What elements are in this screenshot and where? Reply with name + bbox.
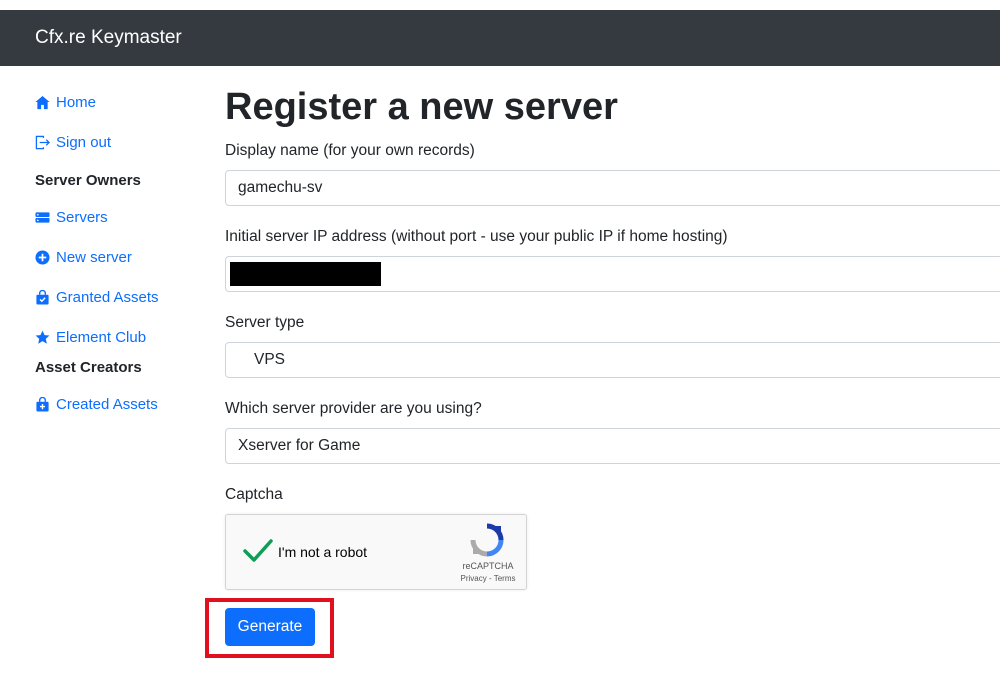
star-icon <box>35 330 50 344</box>
server-type-label: Server type <box>225 314 305 331</box>
recaptcha-terms-link[interactable]: Terms <box>494 574 516 583</box>
sidebar-item-label: Servers <box>56 209 108 226</box>
captcha-checkbox-text: I'm not a robot <box>278 544 368 560</box>
navbar: Cfx.re Keymaster <box>0 10 1000 66</box>
home-icon <box>35 95 50 110</box>
sidebar-item-label: New server <box>56 249 132 266</box>
sign-out-icon <box>35 135 50 150</box>
sidebar-item-home[interactable]: Home <box>35 94 96 111</box>
sidebar-heading-server-owners: Server Owners <box>35 172 141 189</box>
bag-icon <box>36 290 49 305</box>
sidebar-item-new-server[interactable]: New server <box>35 249 132 266</box>
redacted-ip <box>230 262 381 286</box>
recaptcha-brand: reCAPTCHA <box>462 561 514 571</box>
sidebar-heading-asset-creators: Asset Creators <box>35 359 142 376</box>
navbar-brand[interactable]: Cfx.re Keymaster <box>35 27 182 49</box>
ip-address-label: Initial server IP address (without port … <box>225 228 728 245</box>
checkmark-icon[interactable] <box>242 535 274 567</box>
sidebar-item-granted-assets[interactable]: Granted Assets <box>35 289 159 306</box>
recaptcha-widget[interactable]: I'm not a robot reCAPTCHA Privacy - Term… <box>225 514 527 590</box>
server-type-value: VPS <box>254 351 286 368</box>
servers-icon <box>35 212 50 223</box>
page-title: Register a new server <box>225 86 618 128</box>
sidebar-item-servers[interactable]: Servers <box>35 209 108 226</box>
sidebar-item-label: Granted Assets <box>56 289 159 306</box>
recaptcha-link-separator: - <box>486 574 494 583</box>
captcha-label: Captcha <box>225 486 283 503</box>
provider-label: Which server provider are you using? <box>225 400 482 417</box>
plus-circle-icon <box>35 250 50 265</box>
recaptcha-privacy-link[interactable]: Privacy <box>461 574 487 583</box>
sidebar-item-element-club[interactable]: Element Club <box>35 329 146 346</box>
bag-plus-icon <box>36 397 49 412</box>
sidebar-item-sign-out[interactable]: Sign out <box>35 134 111 151</box>
server-type-select[interactable]: VPS <box>225 342 1000 378</box>
sidebar-item-created-assets[interactable]: Created Assets <box>35 396 158 413</box>
highlight-box <box>205 598 334 658</box>
recaptcha-links: Privacy - Terms <box>452 574 524 583</box>
display-name-input[interactable]: gamechu-sv <box>225 170 1000 206</box>
sidebar-item-label: Created Assets <box>56 396 158 413</box>
provider-value: Xserver for Game <box>238 437 361 454</box>
top-strip <box>0 0 1000 10</box>
sidebar-item-label: Home <box>56 94 97 111</box>
display-name-label: Display name (for your own records) <box>225 142 475 159</box>
recaptcha-logo-icon <box>470 523 504 557</box>
ip-address-input[interactable] <box>225 256 1000 292</box>
provider-input[interactable]: Xserver for Game <box>225 428 1000 464</box>
sidebar-item-label: Sign out <box>56 134 112 151</box>
display-name-value: gamechu-sv <box>238 179 323 196</box>
sidebar-item-label: Element Club <box>56 329 147 346</box>
